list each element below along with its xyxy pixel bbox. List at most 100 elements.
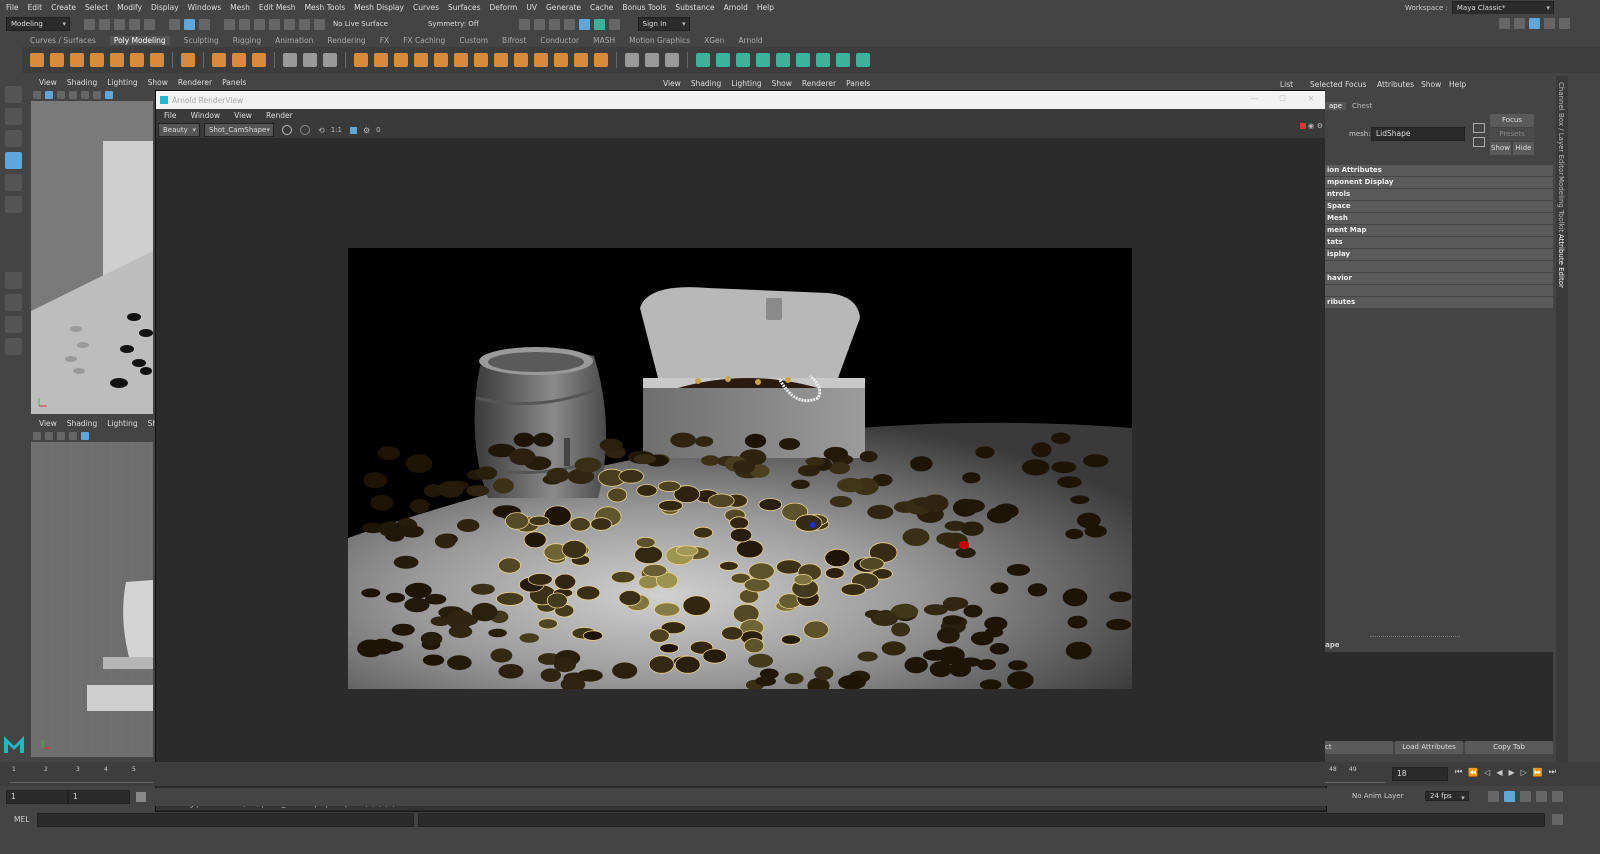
extract-icon[interactable] <box>394 53 408 67</box>
exposure-value[interactable]: 0 <box>376 126 380 134</box>
shelf-tab-animation[interactable]: Animation <box>275 36 313 45</box>
ae-section-blank-2[interactable] <box>1325 285 1553 296</box>
two-view-icon[interactable] <box>5 316 22 333</box>
vp-menu-view[interactable]: View <box>663 79 681 88</box>
grid-icon[interactable] <box>81 91 89 99</box>
auto-key-icon[interactable] <box>1504 791 1515 802</box>
renderview-titlebar[interactable]: Arnold RenderView — ☐ ✕ <box>156 91 1326 109</box>
image-plane-icon[interactable] <box>69 432 77 440</box>
ratio-label[interactable]: 1:1 <box>331 126 342 134</box>
shelf-tab-motion-graphics[interactable]: Motion Graphics <box>629 36 690 45</box>
scale-tool-icon[interactable] <box>5 196 22 213</box>
layout-icon-4[interactable] <box>1544 18 1555 29</box>
symmetry-label[interactable]: Symmetry: Off <box>428 20 479 28</box>
vp-menu-lighting[interactable]: Lighting <box>107 78 137 87</box>
minimize-icon[interactable]: — <box>1251 94 1259 103</box>
snap-plane-icon[interactable] <box>284 18 295 30</box>
ae-section-blank-1[interactable] <box>1325 261 1553 272</box>
menu-substance[interactable]: Substance <box>675 3 714 12</box>
menu-windows[interactable]: Windows <box>188 3 221 12</box>
boolean-icon[interactable] <box>354 53 368 67</box>
layout-icon-5[interactable] <box>1559 18 1570 29</box>
menu-select[interactable]: Select <box>85 3 108 12</box>
automatic-map-icon[interactable] <box>756 53 770 67</box>
shelf-tab-custom[interactable]: Custom <box>459 36 488 45</box>
ae-splitter[interactable] <box>1370 636 1460 637</box>
move-tool-icon[interactable] <box>5 152 22 169</box>
layout-icon-2[interactable] <box>1514 18 1525 29</box>
go-to-end-icon[interactable]: ⏭ <box>1549 767 1556 777</box>
timeline-ruler-left[interactable]: 1 2 3 4 5 <box>10 766 153 783</box>
step-back-key-icon[interactable]: ⏪ <box>1468 768 1478 777</box>
character-set-icon[interactable] <box>1552 791 1563 802</box>
vp-menu-show[interactable]: Show <box>772 79 792 88</box>
focus-button[interactable]: Focus <box>1490 114 1534 127</box>
layout-icon-3[interactable] <box>1529 18 1540 29</box>
poly-disc-icon[interactable] <box>150 53 164 67</box>
bookmark-icon[interactable] <box>57 432 65 440</box>
shelf-tab-fx[interactable]: FX <box>380 36 389 45</box>
arnold-render-icon[interactable] <box>578 18 590 30</box>
film-gate-icon[interactable] <box>93 91 101 99</box>
vp-menu-lighting[interactable]: Lighting <box>731 79 761 88</box>
rv-settings-icon[interactable]: ⚙ <box>1317 122 1323 130</box>
menu-edit[interactable]: Edit <box>28 3 43 12</box>
menu-bonus-tools[interactable]: Bonus Tools <box>622 3 666 12</box>
grid-icon[interactable] <box>81 432 89 440</box>
rv-menu-view[interactable]: View <box>234 111 252 120</box>
save-scene-icon[interactable] <box>114 18 125 30</box>
cut-uv-icon[interactable] <box>856 53 870 67</box>
offset-edge-loop-icon[interactable] <box>594 53 608 67</box>
vp-menu-lighting[interactable]: Lighting <box>107 419 137 428</box>
menu-generate[interactable]: Generate <box>546 3 581 12</box>
timeline-ruler-right[interactable]: 48 49 <box>1325 766 1385 783</box>
ae-menu-selected[interactable]: Selected <box>1310 80 1343 89</box>
lock-camera-icon[interactable] <box>45 432 53 440</box>
single-perspective-icon[interactable] <box>5 272 22 289</box>
refresh-icon[interactable]: ⟲ <box>318 126 325 135</box>
loop-icon[interactable] <box>1488 791 1499 802</box>
menu-mesh[interactable]: Mesh <box>230 3 250 12</box>
select-hierarchy-icon[interactable] <box>169 18 180 30</box>
ae-section-object-display[interactable]: isplay <box>1325 249 1553 260</box>
region-icon[interactable] <box>349 126 357 134</box>
camera-dropdown[interactable]: Shot_CamShape <box>204 123 274 137</box>
hide-button[interactable]: Hide <box>1513 142 1534 155</box>
show-button[interactable]: Show <box>1490 142 1511 155</box>
separate-icon[interactable] <box>303 53 317 67</box>
uv-editor-icon[interactable] <box>665 53 679 67</box>
layout-icon-1[interactable] <box>1499 18 1510 29</box>
go-input-icon[interactable] <box>1473 123 1485 133</box>
platonic-icon[interactable] <box>181 53 195 67</box>
multi-cut-icon[interactable] <box>554 53 568 67</box>
ae-menu-show[interactable]: Show <box>1421 80 1441 89</box>
sound-icon[interactable] <box>1536 791 1547 802</box>
history-icon[interactable] <box>314 18 325 30</box>
render-image[interactable] <box>348 248 1132 689</box>
maximize-icon[interactable]: ☐ <box>1279 94 1286 103</box>
mesh-name-field[interactable]: LidShape <box>1371 127 1465 141</box>
camera-icon[interactable] <box>33 91 41 99</box>
ae-section-extra-attributes[interactable]: ributes <box>1325 297 1553 308</box>
anim-prefs-icon[interactable] <box>1520 791 1531 802</box>
fps-dropdown[interactable]: 24 fps <box>1425 791 1469 801</box>
planar-map-icon[interactable] <box>696 53 710 67</box>
unfold-icon[interactable] <box>776 53 790 67</box>
lock-camera-icon[interactable] <box>45 91 53 99</box>
svg-icon[interactable] <box>252 53 266 67</box>
select-tool-icon[interactable] <box>5 86 22 103</box>
ae-section-render-stats[interactable]: tats <box>1325 237 1553 248</box>
range-handle[interactable] <box>136 792 146 802</box>
snap-curve-icon[interactable] <box>239 18 250 30</box>
lasso-tool-icon[interactable] <box>5 108 22 125</box>
side-tab-modeling-toolkit[interactable]: Modeling Toolkit <box>1557 176 1565 232</box>
time-slider[interactable]: 1 2 3 4 5 48 49 18 ⏮ ⏪ ◁ ◀ ▶ ▷ ⏩ ⏭ <box>0 762 1600 786</box>
ae-tab-shape[interactable]: ape <box>1325 101 1347 110</box>
ae-section-tangent-space[interactable]: Space <box>1325 201 1553 212</box>
go-output-icon[interactable] <box>1473 137 1485 147</box>
poly-plane-icon[interactable] <box>130 53 144 67</box>
ae-section-displacement-map[interactable]: ment Map <box>1325 225 1553 236</box>
bookmark-icon[interactable] <box>57 91 65 99</box>
merge-icon[interactable] <box>534 53 548 67</box>
snap-point-icon[interactable] <box>254 18 265 30</box>
